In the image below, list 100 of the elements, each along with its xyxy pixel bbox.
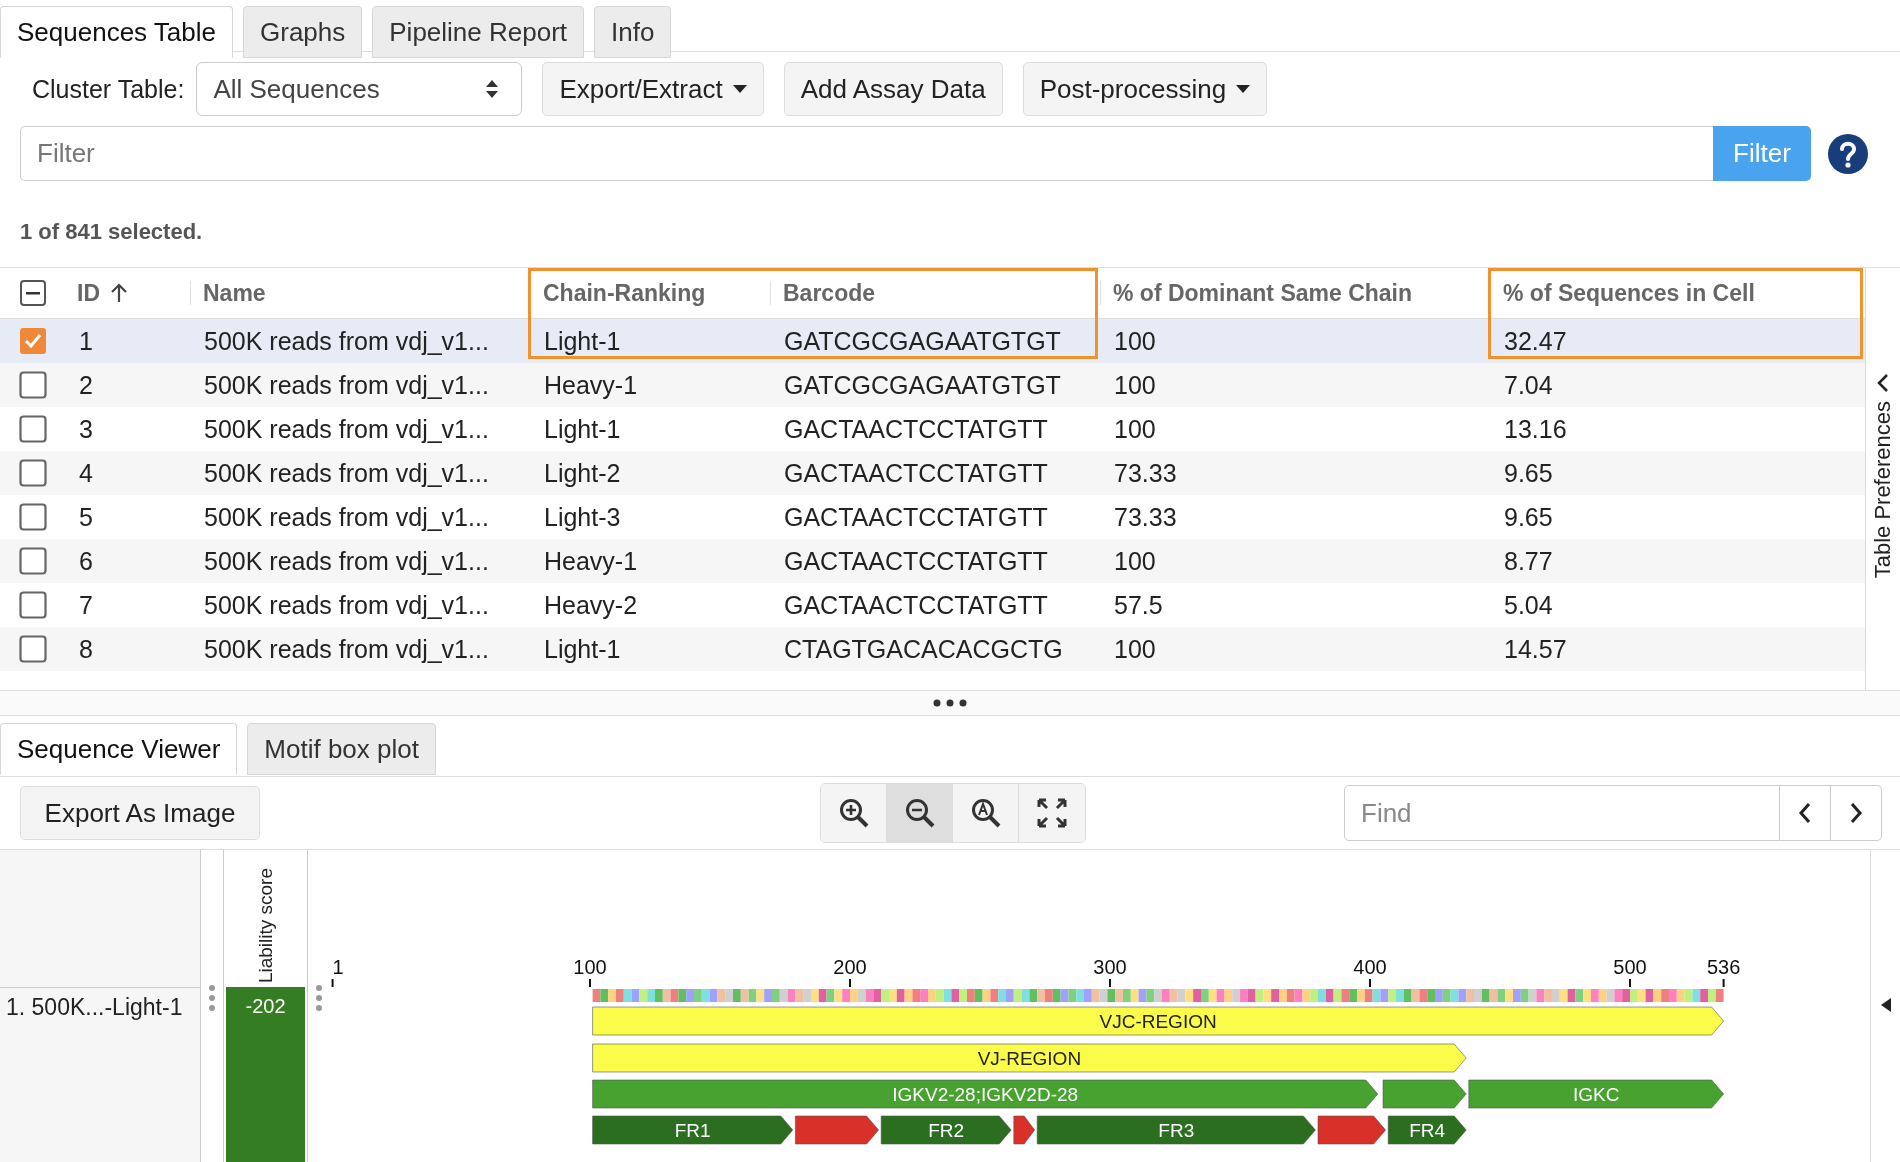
tab[interactable]: Motif box plot [247, 723, 436, 775]
liability-score-header: Liability score [254, 867, 277, 983]
help-icon[interactable] [1828, 133, 1868, 174]
toolbar-button[interactable]: Add Assay Data [783, 62, 1003, 116]
feature-label: VJC-REGION [1099, 1011, 1217, 1032]
tab[interactable]: Graphs [243, 6, 363, 58]
row-checkbox[interactable] [18, 635, 47, 663]
row-checkbox[interactable] [18, 415, 47, 443]
table-cell-text: 7.04 [1503, 370, 1554, 400]
row-checkbox[interactable] [18, 591, 47, 619]
ruler-tick [331, 978, 334, 988]
table-cell-text: 500K reads from vdj_v1... [203, 502, 490, 532]
row-checkbox[interactable] [18, 547, 47, 575]
ruler-tick [1722, 978, 1725, 988]
table-preferences-tab[interactable]: Table Preferences [1870, 401, 1896, 579]
grip-icon[interactable] [208, 983, 216, 1013]
ruler-tick [1369, 978, 1371, 988]
table-cell-text: GACTAACTCCTATGTT [783, 546, 1049, 576]
column-header[interactable]: % of Dominant Same Chain [1113, 279, 1413, 307]
table-cell-text: 5.04 [1503, 590, 1554, 620]
find-input[interactable]: Find [1344, 785, 1780, 841]
cluster-table-select[interactable]: All Sequences [196, 62, 523, 116]
next-button[interactable] [1831, 785, 1882, 841]
table-cell-text: 32.47 [1503, 326, 1568, 356]
caret-down-icon [732, 85, 747, 93]
ruler-label: 500 [1613, 956, 1647, 978]
table-cell-text: 73.33 [1113, 458, 1178, 488]
feature-arrow[interactable] [1382, 1079, 1467, 1109]
feature-label: FR3 [1158, 1120, 1195, 1141]
feature-arrow[interactable] [1013, 1115, 1035, 1145]
fit-screen-button[interactable] [1019, 784, 1085, 842]
table-cell-text: GATCGCGAGAATGTGT [783, 370, 1062, 400]
export-image-button[interactable]: Export As Image [20, 786, 260, 840]
selection-summary: 1 of 841 selected. [0, 191, 1900, 268]
feature-arrow[interactable] [1317, 1115, 1386, 1145]
column-header[interactable]: Chain-Ranking [543, 279, 706, 307]
tab[interactable]: Sequences Table [0, 6, 233, 58]
ruler-label: 100 [573, 956, 607, 978]
drag-handle-icon[interactable] [933, 699, 967, 707]
table-cell-text: 6 [78, 546, 94, 576]
table-cell-text: Heavy-1 [543, 546, 639, 576]
table-cell-text: 100 [1113, 546, 1157, 576]
table-cell-text: GACTAACTCCTATGTT [783, 502, 1049, 532]
table-cell-text: 500K reads from vdj_v1... [203, 370, 490, 400]
zoom-reset-button[interactable] [953, 784, 1019, 842]
feature-arrow[interactable] [795, 1115, 879, 1145]
caret-left-icon[interactable] [1880, 998, 1891, 1012]
sort-caret-icon [485, 79, 500, 99]
ruler-tick [1109, 978, 1111, 988]
row-checkbox[interactable] [18, 459, 47, 487]
feature-label: FR4 [1409, 1120, 1446, 1141]
column-header[interactable]: ID [77, 279, 100, 307]
table-cell-text: Light-1 [543, 326, 622, 356]
table-cell-text: Light-1 [543, 414, 622, 444]
toolbar-button[interactable]: Post-processing [1022, 62, 1268, 116]
chevron-left-icon[interactable] [1876, 373, 1890, 393]
tab[interactable]: Sequence Viewer [0, 723, 238, 775]
table-cell-text: 9.65 [1503, 502, 1554, 532]
feature-arrow[interactable] [880, 1115, 1012, 1145]
table-cell-text: Heavy-1 [543, 370, 639, 400]
table-cell-text: 500K reads from vdj_v1... [203, 458, 490, 488]
zoom-in-button[interactable] [821, 784, 887, 842]
table-cell-text: 500K reads from vdj_v1... [203, 590, 490, 620]
row-checkbox[interactable] [18, 503, 47, 531]
table-cell-text: 500K reads from vdj_v1... [203, 326, 490, 356]
column-header[interactable]: % of Sequences in Cell [1503, 279, 1755, 307]
select-all-checkbox[interactable] [19, 280, 46, 306]
table-cell-text: 7 [78, 590, 94, 620]
table-cell-text: 2 [78, 370, 94, 400]
table-cell-text: 57.5 [1113, 590, 1164, 620]
sequence-name[interactable]: 1. 500K...-Light-1 [0, 988, 200, 1021]
table-cell-text: GATCGCGAGAATGTGT [783, 326, 1062, 356]
grip-icon[interactable] [315, 983, 323, 1013]
toolbar-button[interactable]: Export/Extract [542, 62, 764, 116]
feature-arrow[interactable] [1387, 1115, 1467, 1145]
table-cell-text: 73.33 [1113, 502, 1178, 532]
column-header[interactable]: Name [203, 279, 266, 307]
filter-input[interactable]: Filter [20, 126, 1713, 181]
liability-score-bar: -202 [226, 987, 305, 1162]
previous-button[interactable] [1780, 785, 1831, 841]
ruler-label: 536 [1706, 956, 1741, 978]
column-header[interactable]: Barcode [783, 279, 876, 307]
table-cell-text: 1 [78, 326, 94, 356]
table-cell-text: Light-2 [543, 458, 622, 488]
table-cell-text: 8.77 [1503, 546, 1554, 576]
tab[interactable]: Info [594, 6, 672, 58]
chevron-right-icon [1849, 802, 1863, 824]
tab[interactable]: Pipeline Report [372, 6, 585, 58]
table-cell-text: 5 [78, 502, 94, 532]
row-checkbox[interactable] [18, 327, 47, 355]
table-cell-text: Light-3 [543, 502, 622, 532]
zoom-out-button[interactable] [887, 784, 953, 842]
table-cell-text: 8 [78, 634, 94, 664]
row-checkbox[interactable] [18, 371, 47, 399]
table-cell-text: 9.65 [1503, 458, 1554, 488]
ruler-tick [589, 978, 591, 988]
table-cell-text: 14.57 [1503, 634, 1568, 664]
zoom-out-icon [903, 797, 936, 829]
feature-arrow[interactable] [592, 1115, 794, 1145]
caret-down-icon [1236, 85, 1251, 93]
